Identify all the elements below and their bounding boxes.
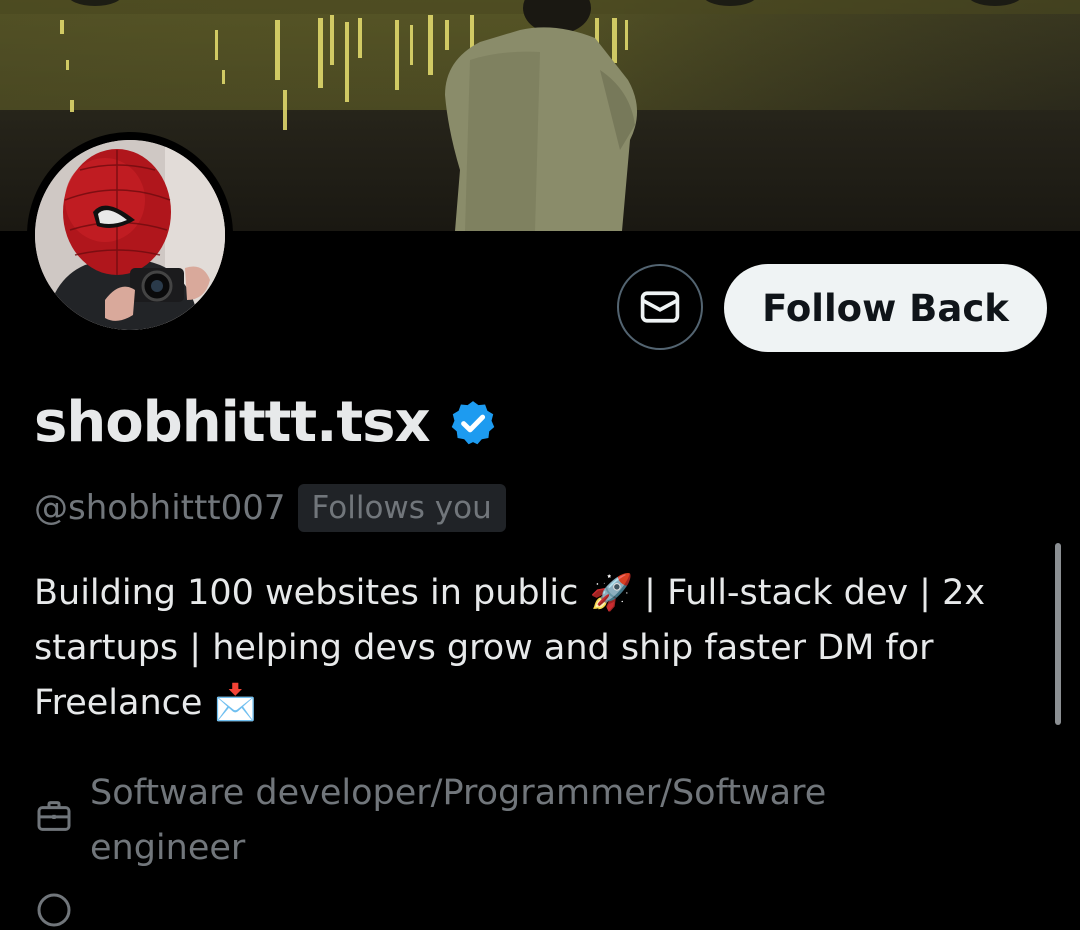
- partial-icon: [37, 893, 71, 927]
- profile-bio: Building 100 websites in public 🚀 | Full…: [34, 573, 986, 723]
- follow-back-button[interactable]: Follow Back: [724, 264, 1047, 352]
- scrollbar[interactable]: [1055, 543, 1061, 725]
- name-row: shobhittt.tsx: [34, 384, 498, 460]
- envelope-icon: [640, 291, 680, 323]
- avatar-image: [35, 140, 225, 330]
- follows-you-badge: Follows you: [297, 484, 506, 532]
- user-handle: @shobhittt007: [34, 488, 286, 528]
- partial-info-row: [34, 890, 74, 930]
- profile-avatar[interactable]: [27, 132, 233, 338]
- briefcase-icon: [37, 801, 71, 831]
- verified-badge-icon[interactable]: [448, 398, 498, 448]
- handle-row: @shobhittt007 Follows you: [34, 483, 506, 533]
- display-name: shobhittt.tsx: [34, 389, 431, 455]
- profession-row: Software developer/Programmer/Software e…: [34, 766, 1034, 876]
- message-button[interactable]: [617, 264, 703, 350]
- profession-text: Software developer/Programmer/Software e…: [90, 773, 827, 868]
